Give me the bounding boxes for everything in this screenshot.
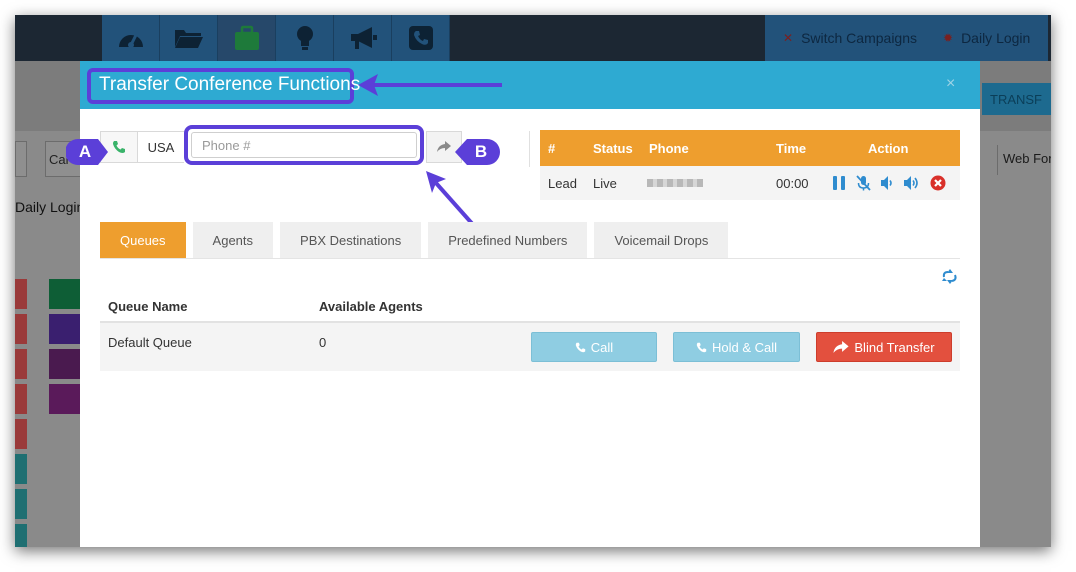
mute-mic-icon[interactable]	[855, 175, 871, 191]
call-button[interactable]: Call	[531, 332, 657, 362]
background-swatch	[49, 279, 81, 309]
phone-icon	[113, 141, 125, 153]
country-code-label[interactable]: USA	[138, 131, 184, 163]
phone-number-input[interactable]	[191, 132, 417, 158]
call-row-time: 00:00	[776, 175, 809, 191]
col-status: Status	[593, 140, 633, 156]
top-right-menu: ✕ Switch Campaigns ✹ Daily Login	[765, 15, 1048, 61]
col-available-agents: Available Agents	[319, 299, 423, 314]
background-swatch	[15, 349, 27, 379]
pause-icon[interactable]	[832, 175, 846, 191]
available-agents: 0	[319, 335, 327, 350]
col-action: Action	[868, 140, 909, 156]
dial-group: USA	[100, 131, 184, 163]
call-row: Lead Live 00:00	[540, 166, 960, 200]
tab-pbx-destinations[interactable]: PBX Destinations	[280, 222, 422, 258]
app-window: ✕ Switch Campaigns ✹ Daily Login TRANSF …	[15, 15, 1051, 547]
briefcase-icon[interactable]	[218, 15, 276, 61]
daily-login-label: Daily Login	[961, 30, 1031, 46]
megaphone-icon[interactable]	[334, 15, 392, 61]
call-row-status: Live	[593, 175, 617, 191]
daily-login-link[interactable]: ✹ Daily Login	[943, 30, 1030, 46]
background-swatch	[15, 419, 27, 449]
call-button-label: Call	[590, 339, 614, 355]
col-number: #	[548, 140, 556, 156]
gear-icon: ✹	[943, 31, 954, 45]
background-swatch	[15, 489, 27, 519]
blind-transfer-label: Blind Transfer	[854, 339, 935, 355]
background-daily-login: Daily Login	[15, 199, 85, 215]
background-swatch	[49, 384, 81, 414]
callout-b-label: B	[474, 142, 488, 161]
callout-b: B	[453, 137, 501, 167]
queue-table-header: Queue Name Available Agents	[100, 291, 960, 323]
redacted-phone	[647, 179, 703, 187]
background-swatch	[49, 349, 81, 379]
background-swatch	[15, 314, 27, 344]
tab-queues[interactable]: Queues	[100, 222, 186, 258]
call-row-type: Lead	[548, 175, 577, 191]
phone-icon	[575, 342, 586, 352]
volume-up-icon[interactable]	[903, 175, 921, 191]
background-web-form-tab: Web For	[997, 145, 1051, 175]
background-tab	[15, 141, 27, 177]
modal-title: Transfer Conference Functions	[99, 74, 361, 95]
tab-predefined-numbers[interactable]: Predefined Numbers	[428, 222, 588, 258]
title-arrow-annotation	[358, 74, 502, 96]
active-call-table: # Status Phone Time Action Lead Live 00:…	[540, 130, 960, 200]
top-navbar: ✕ Switch Campaigns ✹ Daily Login	[15, 15, 1051, 61]
phone-input-highlight	[184, 125, 424, 165]
folder-icon[interactable]	[160, 15, 218, 61]
lightbulb-icon[interactable]	[276, 15, 334, 61]
background-transfer-label: TRANSF	[990, 92, 1042, 107]
tab-underline	[100, 258, 960, 259]
divider	[529, 131, 530, 167]
volume-down-icon[interactable]	[880, 175, 894, 191]
phone-square-icon[interactable]	[392, 15, 450, 61]
share-arrow-icon	[833, 340, 849, 353]
refresh-icon[interactable]	[941, 267, 959, 285]
modal-header: Transfer Conference Functions ×	[80, 61, 980, 109]
switch-campaigns-label: Switch Campaigns	[801, 30, 917, 46]
blind-transfer-button[interactable]: Blind Transfer	[816, 332, 952, 362]
transfer-tabs: Queues Agents PBX Destinations Predefine…	[100, 222, 729, 258]
tab-voicemail-drops[interactable]: Voicemail Drops	[594, 222, 729, 258]
background-transfer-button: TRANSF	[982, 83, 1051, 115]
call-table-header: # Status Phone Time Action	[540, 130, 960, 166]
phone-icon	[696, 342, 707, 352]
queue-name: Default Queue	[108, 335, 192, 350]
share-arrow-icon	[437, 141, 451, 152]
transfer-conference-modal: Transfer Conference Functions × USA A	[66, 61, 980, 547]
tab-agents[interactable]: Agents	[192, 222, 274, 258]
call-row-phone-masked	[647, 166, 703, 200]
col-queue-name: Queue Name	[108, 299, 188, 314]
shuffle-icon: ✕	[783, 31, 794, 45]
background-web-form-label: Web For	[1003, 151, 1051, 166]
col-phone: Phone	[649, 140, 689, 156]
top-nav-icons	[102, 15, 450, 61]
dashboard-icon[interactable]	[102, 15, 160, 61]
table-row: Default Queue 0 Call Hold & Call Blind T…	[100, 323, 960, 371]
call-row-actions	[832, 166, 946, 200]
callout-a: A	[66, 137, 110, 167]
background-swatch	[49, 314, 81, 344]
col-time: Time	[776, 140, 807, 156]
switch-campaigns-link[interactable]: ✕ Switch Campaigns	[783, 30, 917, 46]
modal-close-button[interactable]: ×	[946, 75, 955, 93]
background-swatch	[15, 454, 27, 484]
hangup-icon[interactable]	[930, 175, 946, 191]
background-swatch	[15, 279, 27, 309]
callout-a-label: A	[78, 142, 92, 161]
background-swatch	[15, 384, 27, 414]
hold-and-call-button[interactable]: Hold & Call	[673, 332, 800, 362]
hold-and-call-label: Hold & Call	[711, 339, 778, 355]
background-swatch	[15, 524, 27, 547]
